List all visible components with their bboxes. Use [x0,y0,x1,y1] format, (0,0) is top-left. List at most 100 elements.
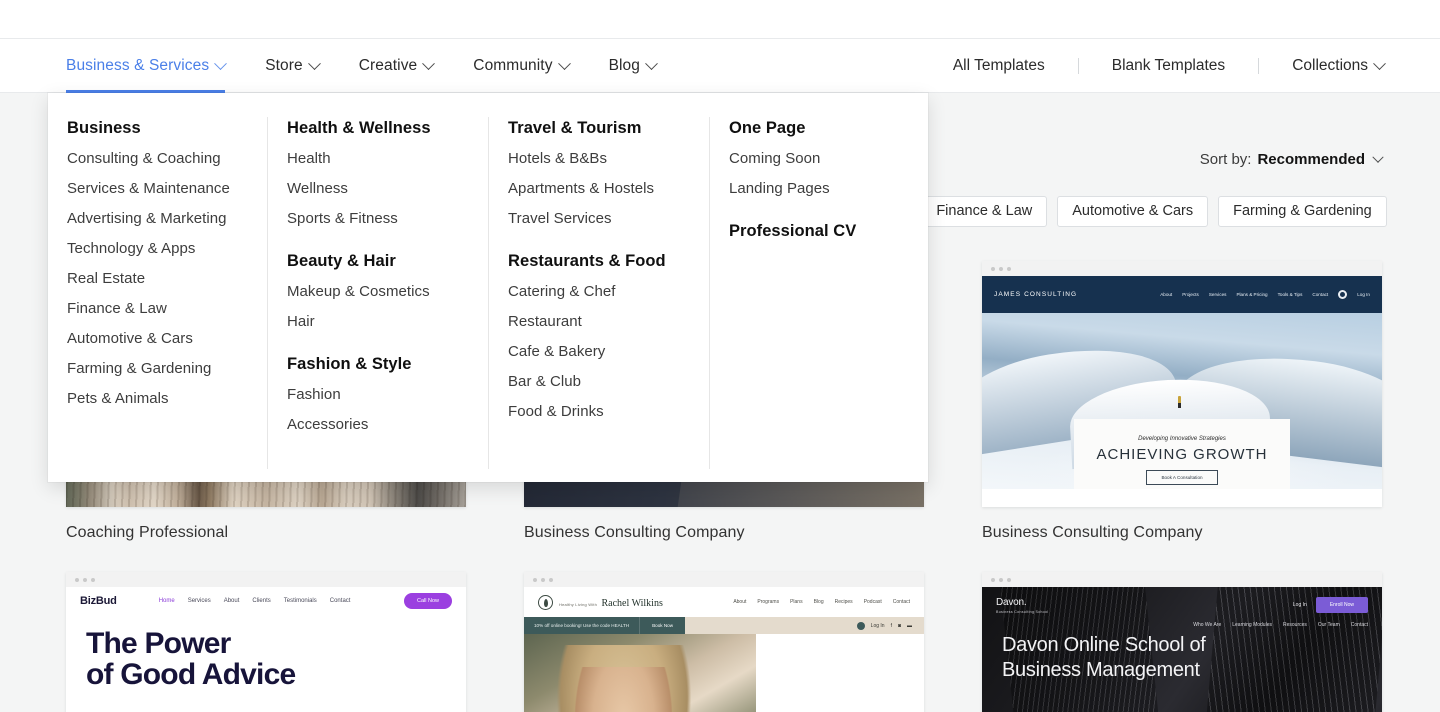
nav-item-community[interactable]: Community [473,39,568,93]
filter-chip[interactable]: Farming & Gardening [1218,196,1387,227]
preview-logo: BizBud [80,595,117,607]
template-card[interactable]: JAMES CONSULTING About Projects Services… [982,261,1382,542]
template-card[interactable]: BizBud Home Services About Clients Testi… [66,572,466,712]
nav-item-label: Blog [609,57,640,75]
mega-menu-heading[interactable]: Professional CV [729,222,908,241]
nav-item-blog[interactable]: Blog [609,39,656,93]
preview-nav-link: Services [188,598,211,604]
browser-chrome-bar [982,261,1382,276]
primary-nav-list: Business & Services Store Creative Commu… [66,39,696,93]
mega-menu-link-pets-animals[interactable]: Pets & Animals [67,391,248,406]
mega-menu-link-cafe-bakery[interactable]: Cafe & Bakery [508,344,690,359]
mega-menu-link-health[interactable]: Health [287,151,469,166]
preview-nav-link: Projects [1182,292,1199,297]
template-thumbnail[interactable]: BizBud Home Services About Clients Testi… [66,572,466,712]
mega-menu-link-finance-law[interactable]: Finance & Law [67,301,248,316]
mega-menu-link-fashion[interactable]: Fashion [287,387,469,402]
window-dot-icon [541,578,545,582]
template-thumbnail[interactable]: JAMES CONSULTING About Projects Services… [982,261,1382,507]
window-dot-icon [1007,578,1011,582]
mega-menu-heading[interactable]: One Page [729,119,908,138]
mega-menu-link-restaurant[interactable]: Restaurant [508,314,690,329]
preview-nav-link: Services [1209,292,1227,297]
window-dot-icon [991,578,995,582]
mega-menu-heading[interactable]: Beauty & Hair [287,252,469,271]
nav-item-label: Creative [359,57,418,75]
nav-item-blank-templates[interactable]: Blank Templates [1112,57,1225,75]
preview-login-link: Log In [1293,602,1307,608]
nav-item-all-templates[interactable]: All Templates [953,57,1045,75]
template-thumbnail[interactable]: Healthy Living With Rachel Wilkins About… [524,572,924,712]
template-card[interactable]: Davon. Business Consulting School Log In… [982,572,1382,712]
mega-menu-heading[interactable]: Health & Wellness [287,119,469,138]
mega-menu-link-apartments-hostels[interactable]: Apartments & Hostels [508,181,690,196]
secondary-nav-list: All Templates Blank Templates Collection… [953,39,1384,93]
mega-menu-heading[interactable]: Travel & Tourism [508,119,690,138]
template-card[interactable]: Healthy Living With Rachel Wilkins About… [524,572,924,712]
window-dot-icon [75,578,79,582]
mega-menu-link-real-estate[interactable]: Real Estate [67,271,248,286]
nav-item-creative[interactable]: Creative [359,39,434,93]
mega-menu-column: Business Consulting & Coaching Services … [48,119,268,482]
mega-menu-column: One Page Coming Soon Landing Pages Profe… [710,119,928,482]
preview-nav-link: Contact [330,598,351,604]
template-preview-image: JAMES CONSULTING About Projects Services… [982,276,1382,507]
chevron-down-icon [645,57,658,70]
nav-item-store[interactable]: Store [265,39,319,93]
instagram-icon: ◙ [898,623,901,629]
preview-nav-link: About [224,598,240,604]
mega-menu-link-wellness[interactable]: Wellness [287,181,469,196]
preview-nav-link: Recipes [835,599,853,605]
filter-chip[interactable]: Automotive & Cars [1057,196,1208,227]
preview-nav-link: Clients [252,598,270,604]
mega-menu-column: Health & Wellness Health Wellness Sports… [268,119,489,482]
preview-headline: ACHIEVING GROWTH [1096,446,1267,463]
chevron-down-icon [422,57,435,70]
main-navigation-bar: Business & Services Store Creative Commu… [0,39,1440,93]
mega-menu-group-professional-cv: Professional CV [729,222,908,241]
nav-item-collections[interactable]: Collections [1292,57,1384,75]
top-strip [0,0,1440,39]
mega-menu-link-consulting-coaching[interactable]: Consulting & Coaching [67,151,248,166]
mega-menu-link-hair[interactable]: Hair [287,314,469,329]
preview-nav-link: Contact [1312,292,1328,297]
mega-menu-link-accessories[interactable]: Accessories [287,417,469,432]
mega-menu-column: Travel & Tourism Hotels & B&Bs Apartment… [489,119,710,482]
mega-menu-link-hotels-bbs[interactable]: Hotels & B&Bs [508,151,690,166]
mega-menu-link-advertising-marketing[interactable]: Advertising & Marketing [67,211,248,226]
filter-chip[interactable]: Finance & Law [921,196,1047,227]
business-services-mega-menu: Business Consulting & Coaching Services … [48,93,928,482]
sort-by-control[interactable]: Sort by: Recommended [1200,151,1382,168]
mega-menu-link-farming-gardening[interactable]: Farming & Gardening [67,361,248,376]
template-thumbnail[interactable]: Davon. Business Consulting School Log In… [982,572,1382,712]
mega-menu-group-business: Business Consulting & Coaching Services … [67,119,248,406]
mega-menu-heading[interactable]: Business [67,119,248,138]
preview-nav-link: Blog [814,599,824,605]
sort-by-value: Recommended [1257,151,1365,168]
preview-nav-link: Contact [1351,622,1368,628]
mega-menu-link-catering-chef[interactable]: Catering & Chef [508,284,690,299]
window-dot-icon [91,578,95,582]
nav-item-business-services[interactable]: Business & Services [66,39,225,93]
preview-headline-line: of Good Advice [86,660,466,691]
hero-figure [1178,396,1181,405]
mega-menu-link-landing-pages[interactable]: Landing Pages [729,181,908,196]
mega-menu-link-sports-fitness[interactable]: Sports & Fitness [287,211,469,226]
mega-menu-link-makeup-cosmetics[interactable]: Makeup & Cosmetics [287,284,469,299]
mega-menu-link-travel-services[interactable]: Travel Services [508,211,690,226]
mega-menu-heading[interactable]: Restaurants & Food [508,252,690,271]
mega-menu-heading[interactable]: Fashion & Style [287,355,469,374]
preview-nav-link: Who We Are [1193,622,1221,628]
window-dot-icon [991,267,995,271]
mega-menu-link-automotive-cars[interactable]: Automotive & Cars [67,331,248,346]
mega-menu-link-bar-club[interactable]: Bar & Club [508,374,690,389]
mega-menu-link-technology-apps[interactable]: Technology & Apps [67,241,248,256]
window-dot-icon [1007,267,1011,271]
mega-menu-link-food-drinks[interactable]: Food & Drinks [508,404,690,419]
mega-menu-link-services-maintenance[interactable]: Services & Maintenance [67,181,248,196]
preview-headline: Davon Online School of Business Manageme… [1002,633,1382,683]
preview-nav-link: Plans [790,599,803,605]
preview-kicker: Healthy Living With [559,602,597,607]
nav-divider [1258,58,1259,74]
mega-menu-link-coming-soon[interactable]: Coming Soon [729,151,908,166]
